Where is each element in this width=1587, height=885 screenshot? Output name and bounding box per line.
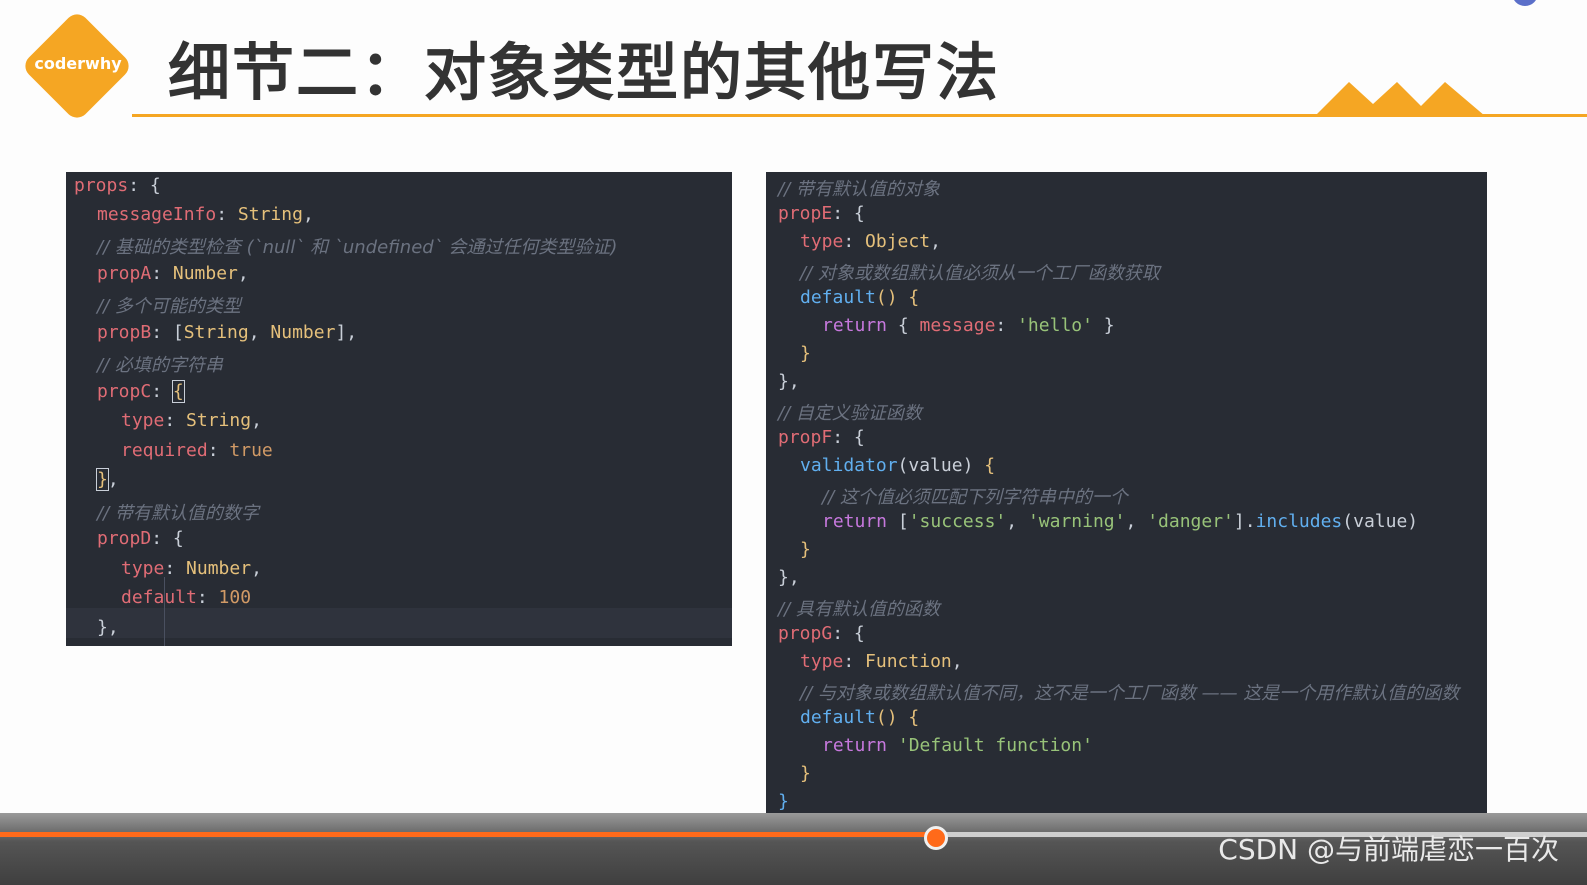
code-comment: // 带有默认值的对象: [778, 179, 940, 200]
code-line: propB: [String, Number],: [97, 322, 358, 343]
code-line: propF: {: [778, 427, 865, 448]
code-comment: // 多个可能的类型: [97, 296, 241, 317]
code-line: propC: {: [97, 380, 185, 403]
code-line: default() {: [800, 287, 920, 308]
code-line: }: [800, 343, 811, 364]
code-line: }: [800, 539, 811, 560]
slide-title: 细节二：对象类型的其他写法: [168, 36, 1001, 109]
code-line: return ['success', 'warning', 'danger'].…: [822, 511, 1419, 532]
code-line: propD: {: [97, 528, 184, 549]
corner-decoration: [1512, 0, 1538, 6]
code-block-right: // 带有默认值的对象 propE: { type: Object, // 对象…: [766, 172, 1487, 817]
code-line: },: [96, 468, 119, 491]
code-line: type: Number,: [121, 558, 262, 579]
code-line: propG: {: [778, 623, 865, 644]
mountain-decoration: [1315, 82, 1515, 116]
header-underline: [132, 114, 1587, 117]
code-line: },: [778, 371, 800, 392]
code-comment: // 基础的类型检查 (`null` 和 `undefined` 会通过任何类型…: [97, 237, 618, 258]
code-comment: // 带有默认值的数字: [97, 503, 259, 524]
code-comment: // 对象或数组默认值必须从一个工厂函数获取: [800, 263, 1160, 284]
current-line-highlight: [66, 608, 732, 638]
code-line: required: true: [121, 440, 273, 461]
code-line: },: [778, 567, 800, 588]
code-line: default() {: [800, 707, 920, 728]
code-line: },: [97, 617, 119, 638]
code-line: messageInfo: String,: [97, 204, 314, 225]
code-line: propA: Number,: [97, 263, 249, 284]
code-block-left: props: { messageInfo: String, // 基础的类型检查…: [66, 172, 732, 646]
code-line: }: [778, 791, 789, 812]
code-line: }: [800, 763, 811, 784]
progress-played: [0, 832, 936, 837]
code-line: validator(value) {: [800, 455, 996, 476]
code-comment: // 具有默认值的函数: [778, 599, 940, 620]
csdn-watermark: CSDN @与前端虐恋一百次: [1218, 833, 1559, 866]
code-comment: // 必填的字符串: [97, 355, 223, 376]
code-comment: // 与对象或数组默认值不同，这不是一个工厂函数 —— 这是一个用作默认值的函数: [800, 683, 1460, 704]
code-line: return { message: 'hello' }: [822, 315, 1115, 336]
code-line: return 'Default function': [822, 735, 1093, 756]
code-line: default: 100: [121, 587, 252, 608]
code-line: props: {: [74, 175, 161, 196]
code-comment: // 自定义验证函数: [778, 403, 922, 424]
code-line: type: Function,: [800, 651, 963, 672]
progress-scrubber-handle[interactable]: [924, 826, 948, 850]
code-comment: // 这个值必须匹配下列字符串中的一个: [822, 487, 1128, 508]
code-line: type: Object,: [800, 231, 941, 252]
code-line: propE: {: [778, 203, 865, 224]
logo-text: coderwhy: [34, 54, 122, 73]
code-line: type: String,: [121, 410, 262, 431]
